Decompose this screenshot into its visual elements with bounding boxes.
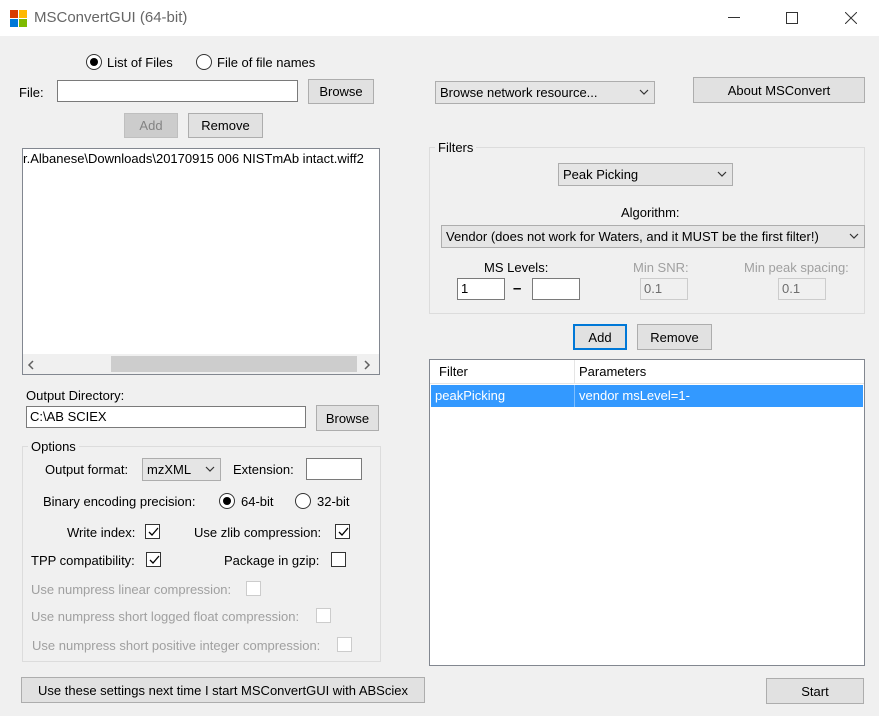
file-remove-button[interactable]: Remove <box>188 113 263 138</box>
numpress-slof-label: Use numpress short logged float compress… <box>31 609 300 624</box>
save-settings-button[interactable]: Use these settings next time I start MSC… <box>21 677 425 703</box>
file-of-names-radio[interactable] <box>196 54 212 70</box>
close-icon <box>845 12 857 24</box>
algorithm-value: Vendor (does not work for Waters, and it… <box>446 229 819 244</box>
gzip-label: Package in gzip: <box>224 553 320 568</box>
app-icon <box>10 10 27 27</box>
list-of-files-label[interactable]: List of Files <box>107 55 173 70</box>
min-peak-spacing-label: Min peak spacing: <box>744 260 849 275</box>
algorithm-select[interactable]: Vendor (does not work for Waters, and it… <box>441 225 865 248</box>
precision-32-radio[interactable] <box>295 493 311 509</box>
column-header-filter[interactable]: Filter <box>435 361 468 383</box>
about-button[interactable]: About MSConvert <box>693 77 865 103</box>
numpress-linear-label: Use numpress linear compression: <box>31 582 232 597</box>
table-header: Filter Parameters <box>430 360 864 384</box>
options-title: Options <box>28 439 79 454</box>
checkmark-icon <box>148 527 159 536</box>
list-item[interactable]: r.Albanese\Downloads\20170915 006 NISTmA… <box>23 151 364 166</box>
output-format-select[interactable]: mzXML <box>142 458 221 481</box>
chevron-down-icon <box>717 171 727 177</box>
table-cell-filter: peakPicking <box>435 388 506 403</box>
checkmark-icon <box>338 527 349 536</box>
zlib-label: Use zlib compression: <box>194 525 322 540</box>
output-directory-input[interactable]: C:\AB SCIEX <box>26 406 306 428</box>
zlib-checkbox[interactable] <box>335 524 350 539</box>
column-header-parameters[interactable]: Parameters <box>575 361 646 383</box>
filters-title: Filters <box>435 140 477 155</box>
file-input[interactable] <box>57 80 298 102</box>
file-list[interactable]: r.Albanese\Downloads\20170915 006 NISTmA… <box>22 148 380 375</box>
write-index-label: Write index: <box>67 525 136 540</box>
table-row[interactable]: peakPicking vendor msLevel=1- <box>431 385 863 407</box>
horizontal-scrollbar[interactable] <box>23 354 379 374</box>
chevron-down-icon <box>849 233 859 239</box>
min-snr-label: Min SNR: <box>633 260 689 275</box>
file-browse-button[interactable]: Browse <box>308 79 374 104</box>
filter-add-button[interactable]: Add <box>573 324 627 350</box>
start-button[interactable]: Start <box>766 678 864 704</box>
list-of-files-radio[interactable] <box>86 54 102 70</box>
checkmark-icon <box>149 555 160 564</box>
gzip-checkbox[interactable] <box>331 552 346 567</box>
algorithm-label: Algorithm: <box>621 205 680 220</box>
network-resource-select[interactable]: Browse network resource... <box>435 81 655 104</box>
filter-type-value: Peak Picking <box>563 167 639 182</box>
file-add-button[interactable]: Add <box>124 113 178 138</box>
precision-32-label[interactable]: 32-bit <box>317 494 350 509</box>
scroll-left-icon[interactable] <box>27 358 35 373</box>
tpp-label: TPP compatibility: <box>31 553 135 568</box>
numpress-pic-checkbox[interactable] <box>337 637 352 652</box>
chevron-down-icon <box>205 466 215 472</box>
output-format-label: Output format: <box>45 462 129 477</box>
binary-precision-label: Binary encoding precision: <box>43 494 196 509</box>
window-title: MSConvertGUI (64-bit) <box>34 9 188 26</box>
table-cell-parameters: vendor msLevel=1- <box>579 388 690 403</box>
ms-levels-label: MS Levels: <box>484 260 549 275</box>
write-index-checkbox[interactable] <box>145 524 160 539</box>
output-directory-label: Output Directory: <box>26 388 125 403</box>
filter-remove-button[interactable]: Remove <box>637 324 712 350</box>
min-peak-spacing-input[interactable]: 0.1 <box>778 278 826 300</box>
maximize-button[interactable] <box>769 0 815 36</box>
precision-64-label[interactable]: 64-bit <box>241 494 274 509</box>
scroll-thumb[interactable] <box>111 356 357 372</box>
output-format-value: mzXML <box>147 462 192 477</box>
chevron-down-icon <box>639 89 649 95</box>
minimize-icon <box>728 17 740 18</box>
min-snr-input[interactable]: 0.1 <box>640 278 688 300</box>
filter-type-select[interactable]: Peak Picking <box>558 163 733 186</box>
extension-input[interactable] <box>306 458 362 480</box>
tpp-checkbox[interactable] <box>146 552 161 567</box>
close-button[interactable] <box>828 0 874 36</box>
numpress-linear-checkbox[interactable] <box>246 581 261 596</box>
output-browse-button[interactable]: Browse <box>316 405 379 431</box>
ms-level-min-input[interactable]: 1 <box>457 278 505 300</box>
numpress-pic-label: Use numpress short positive integer comp… <box>32 638 321 653</box>
title-bar: MSConvertGUI (64-bit) <box>0 0 879 36</box>
ms-level-max-input[interactable] <box>532 278 580 300</box>
maximize-icon <box>786 12 798 24</box>
precision-64-radio[interactable] <box>219 493 235 509</box>
filter-table[interactable]: Filter Parameters peakPicking vendor msL… <box>429 359 865 666</box>
file-label: File: <box>19 85 44 100</box>
network-resource-value: Browse network resource... <box>440 85 598 100</box>
scroll-right-icon[interactable] <box>363 358 371 373</box>
ms-level-dash: – <box>513 280 522 297</box>
minimize-button[interactable] <box>711 0 757 36</box>
numpress-slof-checkbox[interactable] <box>316 608 331 623</box>
extension-label: Extension: <box>233 462 294 477</box>
file-of-names-label[interactable]: File of file names <box>217 55 315 70</box>
